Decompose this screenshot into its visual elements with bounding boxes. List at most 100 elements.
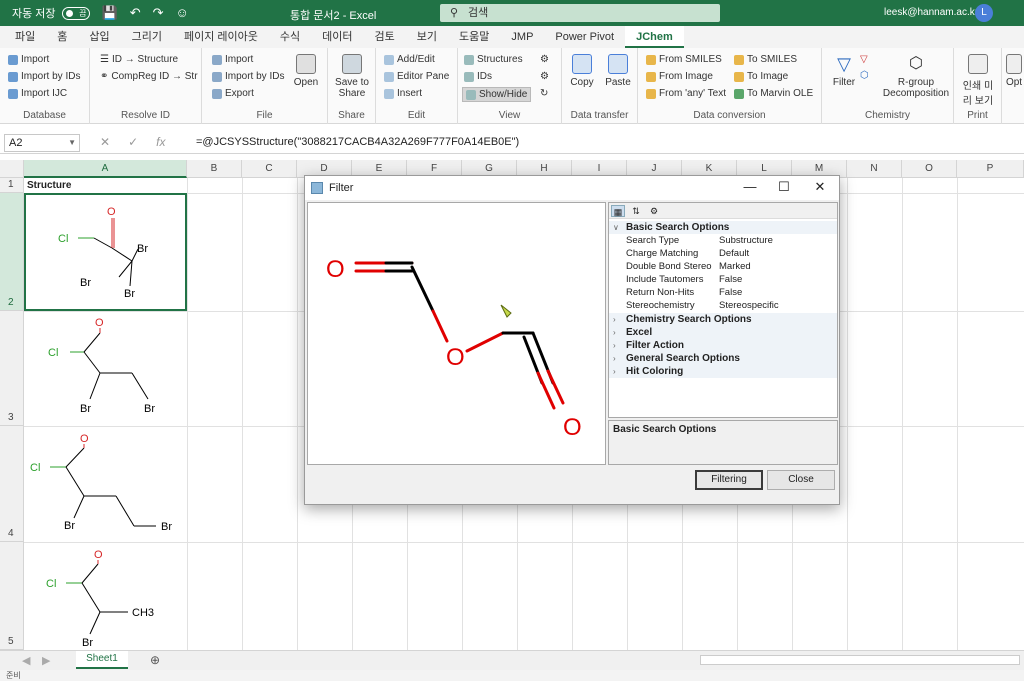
clear-filter-icon[interactable]: ▽ — [860, 54, 868, 65]
editor-pane-button[interactable]: Editor Pane — [384, 71, 449, 82]
category-chemistry-search-options[interactable]: › Chemistry Search Options — [609, 313, 837, 326]
enter-icon[interactable]: ✓ — [128, 135, 138, 149]
column-header-b[interactable]: B — [187, 160, 242, 178]
user-icon[interactable]: ☺ — [176, 5, 189, 21]
open-button[interactable]: Open — [282, 54, 330, 88]
column-header-o[interactable]: O — [902, 160, 957, 178]
tab-review[interactable]: 검토 — [364, 26, 406, 48]
close-icon[interactable]: ✕ — [803, 176, 837, 198]
view-option-1-icon[interactable]: ⚙ — [540, 54, 549, 65]
search-box[interactable]: ⚲ 검색 — [440, 4, 720, 22]
id-to-structure-button[interactable]: ☰ ID → Structure — [100, 54, 178, 65]
property-value[interactable]: False — [719, 286, 742, 299]
function-icon[interactable]: fx — [156, 135, 165, 149]
tab-power-pivot[interactable]: Power Pivot — [544, 26, 625, 48]
header-cell-structure[interactable]: Structure — [27, 180, 71, 191]
row-header-5[interactable]: 5 — [0, 542, 24, 650]
property-value[interactable]: Default — [719, 247, 749, 260]
horizontal-scrollbar[interactable] — [700, 655, 1020, 665]
tab-page-layout[interactable]: 페이지 레이아웃 — [173, 26, 269, 48]
save-icon[interactable]: 💾 — [102, 5, 118, 21]
formula-input[interactable]: =@JCSYSStructure("3088217CACB4A32A269F77… — [196, 136, 519, 148]
scroll-right-icon[interactable]: ▶ — [42, 654, 50, 667]
property-value[interactable]: Substructure — [719, 234, 773, 247]
structure-molecule-2[interactable]: Cl O Br Br — [24, 311, 187, 426]
autosave-toggle[interactable]: 끔 — [61, 6, 90, 20]
minimize-icon[interactable]: — — [733, 176, 767, 198]
tab-insert[interactable]: 삽입 — [78, 26, 120, 48]
category-hit-coloring[interactable]: › Hit Coloring — [609, 365, 837, 378]
tab-jmp[interactable]: JMP — [500, 26, 544, 48]
cancel-icon[interactable]: ✕ — [100, 135, 110, 149]
to-image-button[interactable]: To Image — [734, 71, 788, 82]
to-smiles-button[interactable]: To SMILES — [734, 54, 797, 65]
filtering-button[interactable]: Filtering — [695, 470, 763, 490]
alphabetical-icon[interactable]: ⇅ — [629, 205, 643, 217]
property-value[interactable]: False — [719, 273, 742, 286]
avatar[interactable]: L — [975, 4, 993, 22]
row-header-1[interactable]: 1 — [0, 178, 24, 193]
scroll-left-icon[interactable]: ◀ — [22, 654, 30, 667]
options-button[interactable]: Opt — [1004, 54, 1024, 88]
copy-button[interactable]: Copy — [562, 54, 602, 88]
tab-home[interactable]: 홈 — [46, 26, 78, 48]
hexagon-icon[interactable]: ⬡ — [860, 70, 869, 81]
query-structure[interactable]: O O O — [308, 203, 605, 464]
property-row[interactable]: Return Non-Hits False — [609, 286, 837, 299]
ids-button[interactable]: IDs — [464, 71, 492, 82]
category-general-search-options[interactable]: › General Search Options — [609, 352, 837, 365]
property-row[interactable]: Search Type Substructure — [609, 234, 837, 247]
tab-formulas[interactable]: 수식 — [269, 26, 311, 48]
tab-view[interactable]: 보기 — [406, 26, 448, 48]
add-sheet-icon[interactable]: ⊕ — [150, 653, 160, 667]
category-basic-search-options[interactable]: ∨ Basic Search Options — [609, 221, 837, 234]
structure-molecule-3[interactable]: Cl O Br Br — [24, 426, 187, 542]
property-value[interactable]: Marked — [719, 260, 751, 273]
property-row[interactable]: Stereochemistry Stereospecific — [609, 299, 837, 312]
column-header-n[interactable]: N — [847, 160, 902, 178]
show-hide-button[interactable]: Show/Hide — [462, 87, 532, 102]
add-edit-button[interactable]: Add/Edit — [384, 54, 435, 65]
user-email[interactable]: leesk@hannam.ac.kr — [884, 7, 978, 18]
maximize-icon[interactable]: ☐ — [767, 176, 801, 198]
structure-molecule-1[interactable]: Cl O Br Br Br — [24, 193, 187, 311]
file-import-button[interactable]: Import — [212, 54, 253, 65]
column-header-c[interactable]: C — [242, 160, 297, 178]
from-smiles-button[interactable]: From SMILES — [646, 54, 722, 65]
redo-icon[interactable]: ↷ — [153, 5, 164, 21]
paste-button[interactable]: Paste — [598, 54, 638, 88]
structure-molecule-4[interactable]: Cl O CH3 Br — [24, 542, 187, 650]
undo-icon[interactable]: ↶ — [130, 5, 141, 21]
property-grid[interactable]: ▦ ⇅ ⚙ ∨ Basic Search Options Search Type S… — [608, 202, 838, 418]
property-value[interactable]: Stereospecific — [719, 299, 779, 312]
insert-button[interactable]: Insert — [384, 88, 422, 99]
dialog-title-bar[interactable]: Filter — ☐ ✕ — [305, 176, 839, 200]
property-row[interactable]: Double Bond Stereo Marked — [609, 260, 837, 273]
row-header-4[interactable]: 4 — [0, 426, 24, 542]
import-by-ids-button[interactable]: Import by IDs — [8, 71, 80, 82]
r-group-decomposition-button[interactable]: ⬡ R-group Decomposition — [878, 54, 954, 99]
structures-button[interactable]: Structures — [464, 54, 523, 65]
category-filter-action[interactable]: › Filter Action — [609, 339, 837, 352]
property-row[interactable]: Include Tautomers False — [609, 273, 837, 286]
from-image-button[interactable]: From Image — [646, 71, 713, 82]
to-marvin-ole-button[interactable]: To Marvin OLE — [734, 88, 813, 99]
tab-help[interactable]: 도움말 — [448, 26, 500, 48]
property-row[interactable]: Charge Matching Default — [609, 247, 837, 260]
refresh-icon[interactable]: ↻ — [540, 88, 548, 99]
import-button[interactable]: Import — [8, 54, 49, 65]
tab-draw[interactable]: 그리기 — [121, 26, 173, 48]
property-pages-icon[interactable]: ⚙ — [647, 205, 661, 217]
compreg-button[interactable]: ⚭ CompReg ID → Str — [100, 71, 198, 82]
select-all-corner[interactable] — [0, 160, 24, 178]
tab-jchem[interactable]: JChem — [625, 26, 684, 48]
categorized-icon[interactable]: ▦ — [611, 204, 625, 217]
row-header-2[interactable]: 2 — [0, 193, 24, 311]
row-header-3[interactable]: 3 — [0, 311, 24, 426]
tab-file[interactable]: 파일 — [4, 26, 46, 48]
export-button[interactable]: Export — [212, 88, 254, 99]
close-button[interactable]: Close — [767, 470, 835, 490]
column-header-a[interactable]: A — [24, 160, 187, 178]
view-option-2-icon[interactable]: ⚙ — [540, 71, 549, 82]
tab-data[interactable]: 데이터 — [311, 26, 363, 48]
